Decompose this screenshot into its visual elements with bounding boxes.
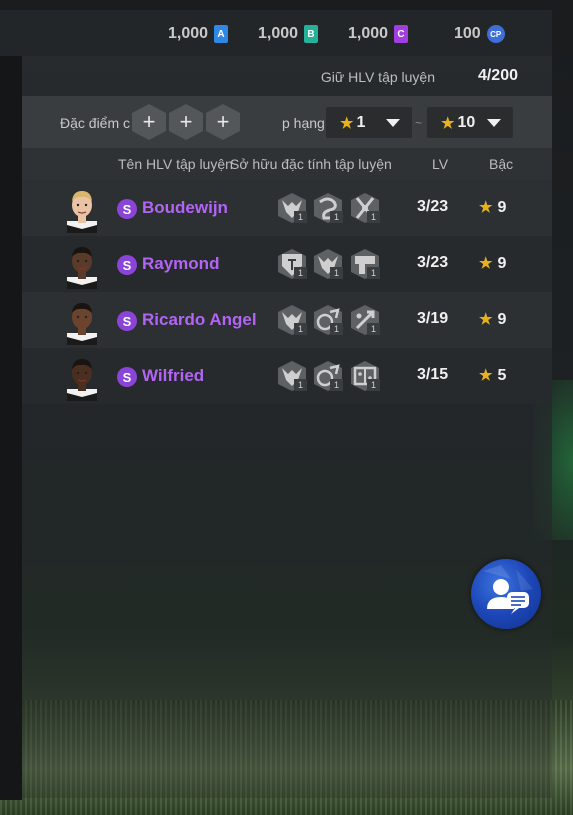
currency-c: 1,000 C	[348, 22, 409, 46]
add-trait-filter-button-1[interactable]: +	[132, 104, 166, 140]
column-traits-header: Sở hữu đặc tính tập luyện	[230, 156, 392, 172]
coach-name: Boudewijn	[142, 198, 228, 217]
coach-grade-value: 9	[497, 199, 507, 216]
coach-chat-icon	[483, 565, 533, 614]
coach-avatar	[63, 241, 101, 289]
trait-level: 1	[330, 211, 343, 223]
shield-crest-icon[interactable]: 1	[276, 248, 308, 280]
coach-row[interactable]: S Raymond 1 1 1 3/23 ★ 9	[22, 236, 552, 292]
currency-cp-value: 100	[454, 25, 481, 42]
column-grade-header[interactable]: Bậc	[489, 156, 513, 172]
coach-chat-button[interactable]	[471, 559, 541, 629]
column-name-header[interactable]: Tên HLV tập luyện	[118, 156, 233, 172]
trait-level: 1	[330, 323, 343, 335]
coach-name: Raymond	[142, 254, 220, 273]
curve-arrow-icon[interactable]: 1	[312, 192, 344, 224]
hold-label: Giữ HLV tập luyện	[320, 69, 435, 85]
coach-level: 3/15	[417, 366, 449, 383]
trait-level: 1	[294, 323, 307, 335]
currency-b-icon: B	[304, 25, 319, 43]
trait-level: 1	[367, 267, 380, 279]
currency-a-value: 1,000	[168, 25, 209, 42]
trait-level: 1	[294, 211, 307, 223]
left-edge-panel	[0, 55, 22, 800]
rank-s-badge: S	[117, 199, 137, 219]
currency-b-value: 1,000	[258, 25, 299, 42]
add-trait-filter-button-2[interactable]: +	[169, 104, 203, 140]
column-lv-header[interactable]: LV	[432, 156, 448, 172]
coach-grade-value: 5	[497, 367, 507, 384]
cross-swords-icon[interactable]: 1	[349, 192, 381, 224]
coach-avatar	[63, 353, 101, 401]
hold-count: 4/200	[477, 67, 518, 84]
coach-row[interactable]: S Wilfried 1 1 1 3/15 ★ 5	[22, 348, 552, 404]
star-icon: ★	[479, 311, 493, 328]
tactic-arrow-icon[interactable]: 1	[349, 304, 381, 336]
formation-board-icon[interactable]: 1	[349, 360, 381, 392]
trait-level: 1	[367, 323, 380, 335]
coach-name: Ricardo Angel	[142, 310, 257, 329]
coach-avatar	[63, 185, 101, 233]
flag-icon[interactable]: 1	[349, 248, 381, 280]
star-icon: ★	[441, 114, 455, 132]
currency-c-value: 1,000	[348, 25, 389, 42]
coach-row[interactable]: S Boudewijn 1 1 1 3/23 ★ 9	[22, 180, 552, 236]
trait-level: 1	[294, 379, 307, 391]
rank-min-value: 1	[356, 113, 366, 131]
trainer-figure-icon[interactable]: 1	[276, 304, 308, 336]
star-icon: ★	[479, 367, 493, 384]
coach-level: 3/19	[417, 310, 449, 327]
rank-min-dropdown[interactable]: ★ 1	[326, 107, 412, 138]
coach-grade: ★ 9	[479, 254, 506, 273]
rank-s-badge: S	[117, 367, 137, 387]
star-icon: ★	[340, 114, 354, 132]
currency-a: 1,000 A	[168, 22, 229, 46]
filter-bar: Đặc điểm c + + + p hạng ★ 1 ~ ★ 10	[22, 96, 552, 148]
currency-a-icon: A	[214, 25, 229, 43]
rank-s-badge: S	[117, 255, 137, 275]
trait-level: 1	[330, 379, 343, 391]
currency-cp: 100 CP	[454, 22, 505, 46]
trait-level: 1	[367, 379, 380, 391]
coach-grade: ★ 5	[479, 366, 506, 385]
trait-level: 1	[367, 211, 380, 223]
hold-count-row: Giữ HLV tập luyện 4/200	[22, 56, 552, 96]
trait-filter-label: Đặc điểm c	[60, 115, 131, 131]
coach-name: Wilfried	[142, 366, 205, 385]
rank-max-dropdown[interactable]: ★ 10	[427, 107, 513, 138]
coach-grade: ★ 9	[479, 310, 506, 329]
trait-level: 1	[330, 267, 343, 279]
cp-coin-icon: CP	[486, 25, 505, 43]
add-trait-filter-button-3[interactable]: +	[206, 104, 240, 140]
coach-avatar	[63, 297, 101, 345]
table-header: Tên HLV tập luyện Sở hữu đặc tính tập lu…	[22, 148, 552, 180]
coach-grade-value: 9	[497, 255, 507, 272]
rank-max-value: 10	[457, 113, 476, 131]
currency-b: 1,000 B	[258, 22, 319, 46]
range-separator: ~	[415, 116, 423, 130]
coach-level: 3/23	[417, 254, 449, 271]
trainer-figure-icon[interactable]: 1	[276, 360, 308, 392]
trait-level: 1	[294, 267, 307, 279]
star-icon: ★	[479, 199, 493, 216]
rank-s-badge: S	[117, 311, 137, 331]
coach-level: 3/23	[417, 198, 449, 215]
coach-grade-value: 9	[497, 311, 507, 328]
star-icon: ★	[479, 255, 493, 272]
chevron-down-icon	[386, 119, 400, 127]
coach-row[interactable]: S Ricardo Angel 1 1 1 3/19 ★ 9	[22, 292, 552, 348]
coach-grade: ★ 9	[479, 198, 506, 217]
rank-filter-label: p hạng	[282, 115, 325, 131]
ball-kick-icon[interactable]: 1	[312, 360, 344, 392]
currency-c-icon: C	[394, 25, 409, 43]
trainer-figure-icon[interactable]: 1	[276, 192, 308, 224]
trainer-figure-icon[interactable]: 1	[312, 248, 344, 280]
chevron-down-icon	[487, 119, 501, 127]
ball-kick-icon[interactable]: 1	[312, 304, 344, 336]
